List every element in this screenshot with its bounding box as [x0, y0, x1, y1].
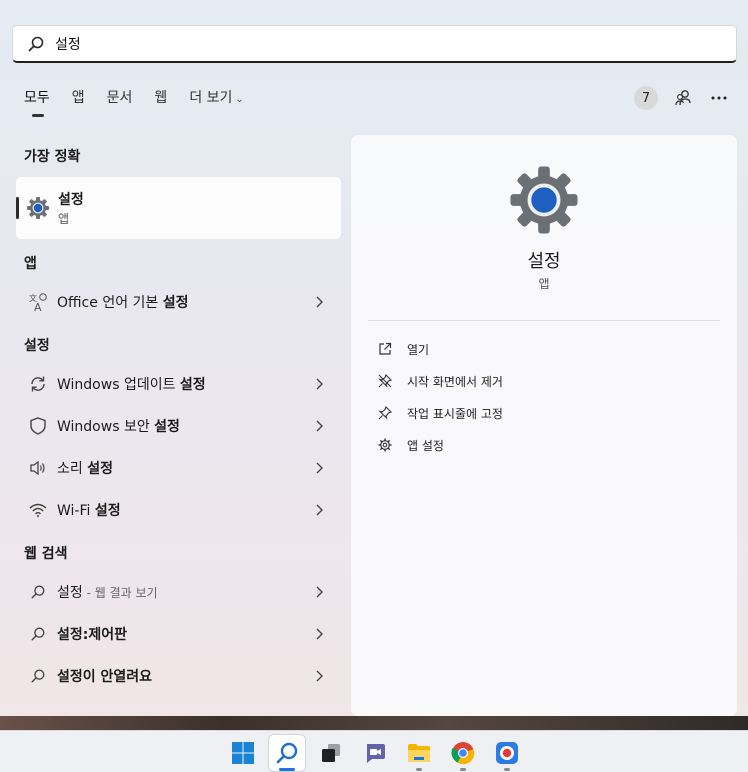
open-external-icon [377, 341, 393, 357]
task-view-icon [322, 744, 340, 762]
section-title-best-match: 가장 정확 [24, 149, 81, 165]
search-icon [28, 666, 48, 686]
recorder-button[interactable] [489, 735, 525, 771]
settings-item-label: Windows 업데이트 설정 [57, 377, 206, 393]
search-icon [28, 582, 48, 602]
start-button[interactable] [225, 735, 261, 771]
web-result-label: 설정:제어판 [57, 627, 127, 643]
chevron-right-icon [313, 628, 325, 640]
wifi-icon [28, 500, 48, 520]
settings-item-label: Windows 보안 설정 [57, 419, 180, 435]
chevron-down-icon: ⌄ [235, 94, 244, 105]
search-button[interactable] [269, 735, 305, 771]
tab-label: 웹 [154, 90, 168, 106]
app-item-label: Office 언어 기본 설정 [57, 295, 189, 311]
svg-text:A: A [34, 301, 42, 312]
start-search-panel: 모두 앱 문서 웹 더 보기⌄ 7 가장 정확 [0, 0, 748, 716]
account-switch-icon[interactable] [672, 87, 694, 109]
chrome-icon [451, 742, 475, 765]
web-result-label: 설정이 안열려요 [57, 669, 153, 685]
taskbar [0, 730, 748, 772]
tab-label: 모두 [24, 90, 50, 106]
gear-icon [377, 437, 393, 453]
tab-web[interactable]: 웹 [154, 88, 167, 112]
search-box[interactable] [12, 25, 737, 63]
settings-app-icon [510, 166, 578, 234]
chevron-right-icon [313, 296, 325, 308]
tab-more[interactable]: 더 보기 ⌄ [189, 88, 243, 112]
action-label: 앱 설정 [407, 438, 444, 453]
chat-icon [367, 744, 385, 763]
web-result-item[interactable]: 설정이 안열려요 [16, 657, 341, 695]
more-options-icon[interactable] [708, 87, 730, 109]
chat-button[interactable] [357, 735, 393, 771]
settings-item-wifi[interactable]: Wi-Fi 설정 [16, 491, 341, 529]
action-label: 시작 화면에서 제거 [407, 374, 503, 389]
running-indicator [416, 768, 422, 771]
folder-icon [408, 744, 430, 762]
speaker-icon [28, 458, 48, 478]
tab-label: 앱 [71, 90, 85, 106]
filter-tabs: 모두 앱 문서 웹 더 보기 ⌄ [24, 88, 266, 117]
action-label: 열기 [407, 342, 430, 357]
detail-pane: 설정 앱 열기 시작 화면에서 제거 작업 표시줄에 고정 앱 설정 [351, 135, 737, 716]
unpin-icon [377, 373, 393, 389]
chevron-right-icon [313, 420, 325, 432]
chevron-right-icon [313, 504, 325, 516]
section-title-apps: 앱 [24, 256, 37, 272]
search-icon [28, 36, 44, 51]
file-explorer-button[interactable] [401, 735, 437, 771]
chrome-button[interactable] [445, 735, 481, 771]
record-icon [496, 742, 518, 764]
action-label: 작업 표시줄에 고정 [407, 406, 503, 421]
best-match-item-settings[interactable]: 설정 앱 [16, 177, 341, 239]
pin-icon [377, 405, 393, 421]
chevron-right-icon [313, 378, 325, 390]
running-indicator [504, 768, 510, 771]
active-indicator [279, 768, 295, 771]
web-result-item[interactable]: 설정:제어판 [16, 615, 341, 653]
office-language-icon: 文 A [28, 292, 48, 312]
tab-all[interactable]: 모두 [24, 88, 50, 117]
chevron-right-icon [313, 586, 325, 598]
search-icon [276, 742, 298, 764]
chevron-right-icon [313, 670, 325, 682]
running-indicator [460, 768, 466, 771]
settings-item-label: 소리 설정 [57, 461, 113, 477]
settings-item-sound[interactable]: 소리 설정 [16, 449, 341, 487]
settings-item-label: Wi-Fi 설정 [57, 503, 121, 519]
divider [368, 320, 720, 321]
detail-subtitle: 앱 [538, 277, 550, 291]
desktop-wallpaper-strip [0, 716, 748, 730]
tab-apps[interactable]: 앱 [72, 88, 85, 112]
search-input[interactable] [55, 35, 655, 52]
best-match-title: 설정 [58, 192, 84, 208]
refresh-icon [28, 374, 48, 394]
action-open[interactable]: 열기 [377, 337, 429, 361]
settings-item-windows-security[interactable]: Windows 보안 설정 [16, 407, 341, 445]
best-match-subtitle: 앱 [58, 212, 70, 226]
tab-label: 문서 [106, 90, 133, 106]
action-pin-taskbar[interactable]: 작업 표시줄에 고정 [377, 401, 503, 425]
rewards-count-badge[interactable]: 7 [634, 86, 658, 110]
action-unpin-start[interactable]: 시작 화면에서 제거 [377, 369, 503, 393]
detail-title: 설정 [527, 251, 561, 272]
action-app-settings[interactable]: 앱 설정 [377, 433, 444, 457]
settings-item-windows-update[interactable]: Windows 업데이트 설정 [16, 365, 341, 403]
web-result-label: 설정 - 웹 결과 보기 [57, 585, 158, 601]
app-item-office-language[interactable]: 文 A Office 언어 기본 설정 [16, 283, 341, 321]
tab-documents[interactable]: 문서 [107, 88, 133, 112]
task-view-button[interactable] [313, 735, 349, 771]
search-icon [28, 624, 48, 644]
web-result-item[interactable]: 설정 - 웹 결과 보기 [16, 573, 341, 611]
tab-label: 더 보기 [189, 90, 233, 106]
selection-indicator [16, 197, 19, 219]
shield-icon [28, 416, 48, 436]
windows-logo-icon [232, 742, 254, 764]
section-title-settings: 설정 [24, 338, 50, 354]
toolbar-right: 7 [634, 86, 730, 110]
section-title-web-search: 웹 검색 [24, 546, 68, 562]
chevron-right-icon [313, 462, 325, 474]
settings-app-icon [27, 197, 49, 219]
